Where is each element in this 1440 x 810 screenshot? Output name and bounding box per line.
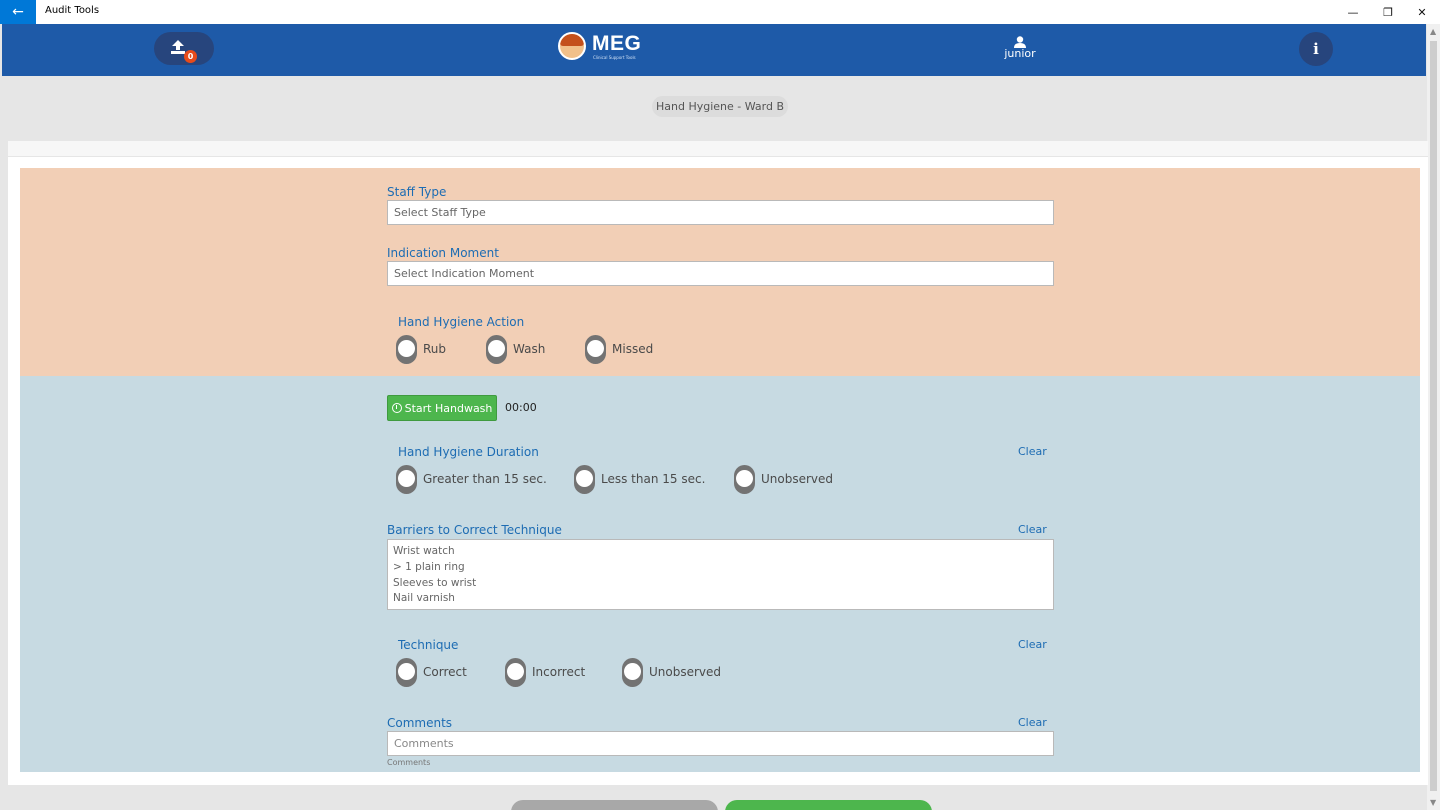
cancel-button[interactable]	[511, 800, 718, 810]
radio-circle-icon	[396, 334, 417, 364]
vertical-scrollbar[interactable]: ▲ ▼	[1427, 24, 1440, 810]
clock-icon	[391, 403, 402, 413]
minimize-button[interactable]: —	[1336, 0, 1370, 24]
meg-logo: MEG Clinical Support Tools	[558, 31, 641, 61]
scroll-up-icon[interactable]: ▲	[1430, 27, 1436, 36]
barrier-item-sleeves[interactable]: Sleeves to wrist	[393, 576, 1048, 592]
staff-type-label: Staff Type	[387, 185, 447, 199]
radio-less-than-15[interactable]: Less than 15 sec.	[574, 464, 705, 494]
card-toolbar-strip	[8, 141, 1428, 157]
info-icon: i	[1313, 40, 1319, 58]
radio-circle-icon	[505, 657, 526, 687]
close-icon: ✕	[1417, 5, 1427, 19]
radio-technique-unobserved[interactable]: Unobserved	[622, 657, 721, 687]
scroll-thumb[interactable]	[1430, 41, 1437, 791]
upload-button[interactable]: 0	[154, 32, 214, 65]
back-button[interactable]: ←	[0, 0, 36, 24]
radio-incorrect[interactable]: Incorrect	[505, 657, 585, 687]
close-button[interactable]: ✕	[1405, 0, 1439, 24]
barriers-listbox[interactable]: Wrist watch > 1 plain ring Sleeves to wr…	[387, 539, 1054, 610]
username: junior	[1004, 47, 1036, 60]
radio-correct[interactable]: Correct	[396, 657, 467, 687]
restore-icon: ❐	[1383, 5, 1393, 19]
radio-circle-icon	[396, 464, 417, 494]
upload-count-badge: 0	[184, 50, 197, 63]
barrier-item-wrist-watch[interactable]: Wrist watch	[393, 544, 1048, 560]
technique-label: Technique	[398, 638, 459, 652]
back-arrow-icon: ←	[12, 4, 24, 20]
comments-hint: Comments	[387, 758, 431, 767]
minimize-icon: —	[1347, 5, 1359, 19]
radio-circle-icon	[396, 657, 417, 687]
handwash-timer: 00:00	[505, 401, 537, 414]
comments-label: Comments	[387, 716, 453, 730]
comments-clear-link[interactable]: Clear	[1018, 716, 1047, 729]
radio-circle-icon	[622, 657, 643, 687]
indication-moment-label: Indication Moment	[387, 246, 499, 260]
app-title: Audit Tools	[45, 5, 100, 16]
scroll-down-icon[interactable]: ▼	[1430, 798, 1436, 807]
radio-circle-icon	[585, 334, 606, 364]
comments-input[interactable]: Comments	[387, 731, 1054, 756]
logo-mascot-icon	[558, 32, 586, 60]
title-bar: ← Audit Tools — ❐ ✕	[0, 0, 1440, 24]
barriers-label: Barriers to Correct Technique	[387, 523, 562, 537]
technique-group: Correct Incorrect Unobserved	[396, 657, 756, 687]
duration-group: Greater than 15 sec. Less than 15 sec. U…	[396, 464, 856, 494]
app-header: 0 MEG Clinical Support Tools junior i	[2, 24, 1426, 76]
radio-wash[interactable]: Wash	[486, 334, 545, 364]
user-menu[interactable]: junior	[1000, 36, 1040, 60]
hand-hygiene-duration-label: Hand Hygiene Duration	[398, 445, 539, 459]
radio-circle-icon	[574, 464, 595, 494]
technique-clear-link[interactable]: Clear	[1018, 638, 1047, 651]
start-handwash-button[interactable]: Start Handwash	[387, 395, 497, 421]
info-button[interactable]: i	[1299, 32, 1333, 66]
duration-clear-link[interactable]: Clear	[1018, 445, 1047, 458]
radio-circle-icon	[486, 334, 507, 364]
breadcrumb: Hand Hygiene - Ward B	[652, 96, 788, 117]
start-handwash-label: Start Handwash	[404, 401, 493, 415]
indication-moment-select[interactable]: Select Indication Moment	[387, 261, 1054, 286]
staff-type-select[interactable]: Select Staff Type	[387, 200, 1054, 225]
radio-duration-unobserved[interactable]: Unobserved	[734, 464, 833, 494]
radio-greater-than-15[interactable]: Greater than 15 sec.	[396, 464, 547, 494]
hand-hygiene-action-group: Rub Wash Missed	[396, 334, 696, 364]
radio-missed[interactable]: Missed	[585, 334, 653, 364]
maximize-button[interactable]: ❐	[1371, 0, 1405, 24]
submit-button[interactable]	[725, 800, 932, 810]
hand-hygiene-action-label: Hand Hygiene Action	[398, 315, 525, 329]
radio-circle-icon	[734, 464, 755, 494]
barrier-item-nail-varnish[interactable]: Nail varnish	[393, 591, 1048, 607]
upload-icon	[171, 40, 185, 54]
radio-rub[interactable]: Rub	[396, 334, 446, 364]
barrier-item-plain-ring[interactable]: > 1 plain ring	[393, 560, 1048, 576]
barriers-clear-link[interactable]: Clear	[1018, 523, 1047, 536]
